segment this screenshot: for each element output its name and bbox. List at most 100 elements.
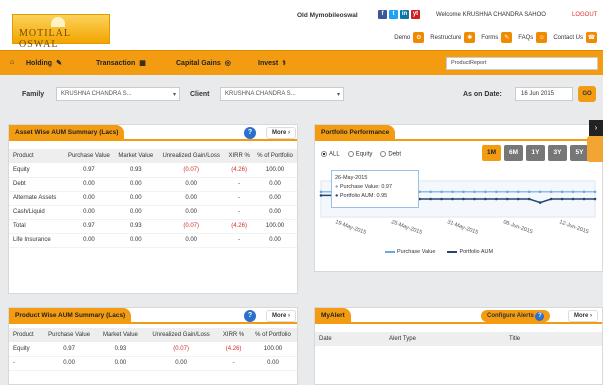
- table-row[interactable]: Equity 0.97 0.93 (0.07) (4.26) 100.00: [9, 163, 297, 178]
- table-row[interactable]: Life Insurance 0.00 0.00 0.00-0.00: [9, 233, 297, 248]
- data-point[interactable]: [549, 197, 553, 201]
- radio-all[interactable]: ALL: [321, 151, 340, 158]
- product-summary-panel: Product Wise AUM Summary (Lacs) ? More ›…: [8, 307, 298, 385]
- table-cell: 0.00: [63, 191, 115, 206]
- table-header-row: Date Alert Type Title: [315, 332, 602, 346]
- faqs-link[interactable]: FAQs ☺: [518, 32, 548, 43]
- data-point[interactable]: [516, 190, 520, 194]
- data-point[interactable]: [549, 190, 553, 194]
- configure-alerts-button[interactable]: Configure Alerts ?: [481, 310, 551, 322]
- grid-icon: ▦: [139, 60, 146, 67]
- data-point[interactable]: [462, 197, 465, 201]
- legend-portfolio[interactable]: Portfolio AUM: [447, 249, 493, 255]
- table-row[interactable]: Debt 0.00 0.00 0.00-0.00: [9, 177, 297, 192]
- side-avatar[interactable]: [587, 136, 603, 162]
- radio-debt[interactable]: Debt: [380, 151, 401, 158]
- range-6m[interactable]: 6M: [504, 145, 523, 161]
- range-3y[interactable]: 3Y: [548, 145, 567, 161]
- data-point[interactable]: [440, 197, 443, 201]
- table-cell: -: [225, 233, 254, 248]
- data-point[interactable]: [538, 190, 542, 194]
- data-point[interactable]: [319, 190, 323, 194]
- demo-link[interactable]: Demo ⚙: [394, 32, 425, 43]
- data-point[interactable]: [484, 190, 487, 194]
- data-point[interactable]: [429, 190, 432, 194]
- nav-capital-gains[interactable]: Capital Gains ◎: [176, 59, 231, 68]
- data-point[interactable]: [527, 190, 531, 194]
- data-point[interactable]: [484, 197, 487, 201]
- data-point[interactable]: [582, 190, 586, 194]
- alert-more-button[interactable]: More ›: [568, 310, 599, 322]
- table-cell: -: [218, 356, 249, 371]
- asset-summary-header: Asset Wise AUM Summary (Lacs) ? More ›: [9, 125, 297, 141]
- forms-link[interactable]: Forms ✎: [481, 32, 513, 43]
- legend-purchase[interactable]: Purchase Value: [385, 249, 435, 255]
- table-row[interactable]: Alternate Assets 0.00 0.00 0.00-0.00: [9, 191, 297, 206]
- data-point[interactable]: [495, 197, 498, 201]
- asset-more-button[interactable]: More ›: [266, 127, 297, 139]
- data-point[interactable]: [516, 197, 520, 201]
- data-point[interactable]: [506, 197, 509, 201]
- data-point[interactable]: [571, 197, 575, 201]
- date-input[interactable]: 16 Jun 2015: [515, 87, 573, 101]
- radio-equity[interactable]: Equity: [347, 151, 372, 158]
- home-icon[interactable]: ⌂: [10, 59, 14, 66]
- data-point[interactable]: [451, 197, 454, 201]
- table-row[interactable]: Equity 0.97 0.93 (0.07) (4.26) 100.00: [9, 342, 297, 357]
- legend-purchase-label: Purchase Value: [397, 249, 436, 255]
- restructure-link[interactable]: Restructure ✱: [430, 32, 476, 43]
- search-input[interactable]: ProductReport: [446, 57, 598, 70]
- go-button[interactable]: GO: [578, 86, 596, 102]
- range-1y[interactable]: 1Y: [526, 145, 545, 161]
- nav-capital-gains-label: Capital Gains: [176, 59, 221, 67]
- help-icon[interactable]: ?: [244, 127, 256, 139]
- twitter-icon[interactable]: t: [389, 10, 398, 19]
- data-point[interactable]: [582, 197, 586, 201]
- logout-link[interactable]: LOGOUT: [572, 12, 597, 18]
- filter-radios: ALL Equity Debt: [321, 151, 401, 158]
- asset-summary-panel: Asset Wise AUM Summary (Lacs) ? More › P…: [8, 124, 298, 294]
- data-point[interactable]: [440, 190, 443, 194]
- old-site-link[interactable]: Old Mymobileoswal: [297, 12, 358, 19]
- collapse-tab[interactable]: ›: [589, 120, 603, 136]
- data-point[interactable]: [473, 197, 476, 201]
- data-point[interactable]: [451, 190, 454, 194]
- alert-panel: MyAlert Configure Alerts ? More › Date A…: [314, 307, 603, 385]
- data-point[interactable]: [462, 190, 465, 194]
- table-row[interactable]: Cash/Liquid 0.00 0.00 0.00-0.00: [9, 205, 297, 220]
- linkedin-icon[interactable]: in: [400, 10, 409, 19]
- product-summary-header: Product Wise AUM Summary (Lacs) ? More ›: [9, 308, 297, 324]
- help-icon[interactable]: ?: [244, 310, 256, 322]
- data-point[interactable]: [538, 201, 542, 204]
- data-point[interactable]: [593, 190, 597, 194]
- table-cell: 0.00: [114, 177, 158, 192]
- youtube-icon[interactable]: yt: [411, 10, 420, 19]
- brand-logo[interactable]: MOTILAL OSWAL: [12, 14, 110, 50]
- data-point[interactable]: [319, 194, 323, 197]
- data-point[interactable]: [473, 190, 476, 194]
- data-point[interactable]: [560, 190, 564, 194]
- chevron-right-icon: ›: [288, 313, 291, 319]
- data-point[interactable]: [560, 197, 564, 201]
- table-row[interactable]: -0.00 0.00 0.00-0.00: [9, 356, 297, 371]
- data-point[interactable]: [495, 190, 498, 194]
- nav-transaction[interactable]: Transaction ▦: [96, 59, 146, 68]
- data-point[interactable]: [429, 197, 432, 201]
- contact-link[interactable]: Contact Us ☎: [553, 32, 597, 43]
- data-point[interactable]: [506, 190, 509, 194]
- tooltip-purchase-text: Purchase Value: 0.97: [339, 184, 393, 190]
- range-1m[interactable]: 1M: [482, 145, 501, 161]
- data-point[interactable]: [527, 197, 531, 201]
- nav-invest[interactable]: Invest ⚕: [258, 59, 286, 68]
- family-select[interactable]: KRUSHNA CHANDRA S... ▾: [56, 87, 180, 101]
- nav-invest-label: Invest: [258, 59, 279, 67]
- table-cell: 0.00: [96, 356, 144, 371]
- data-point[interactable]: [593, 197, 597, 201]
- table-cell: -: [225, 205, 254, 220]
- table-row[interactable]: Total 0.97 0.93 (0.07) (4.26) 100.00: [9, 219, 297, 234]
- nav-holding[interactable]: Holding ✎: [26, 59, 62, 68]
- data-point[interactable]: [571, 190, 575, 194]
- facebook-icon[interactable]: f: [378, 10, 387, 19]
- client-select[interactable]: KRUSHNA CHANDRA S... ▾: [220, 87, 344, 101]
- product-more-button[interactable]: More ›: [266, 310, 297, 322]
